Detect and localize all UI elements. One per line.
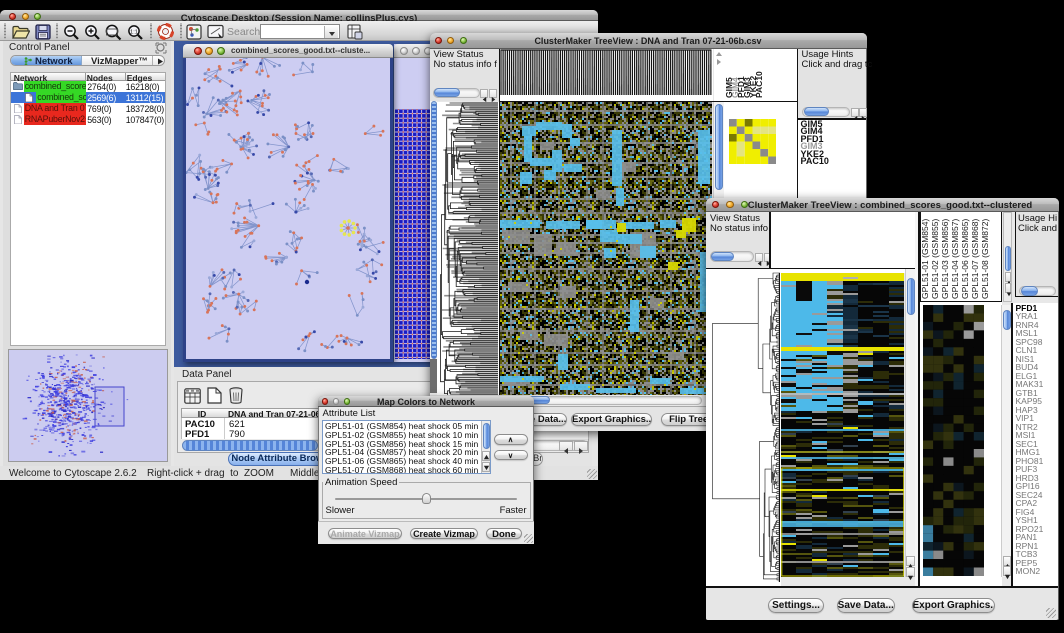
svg-text:1:1: 1:1 [130, 29, 138, 35]
